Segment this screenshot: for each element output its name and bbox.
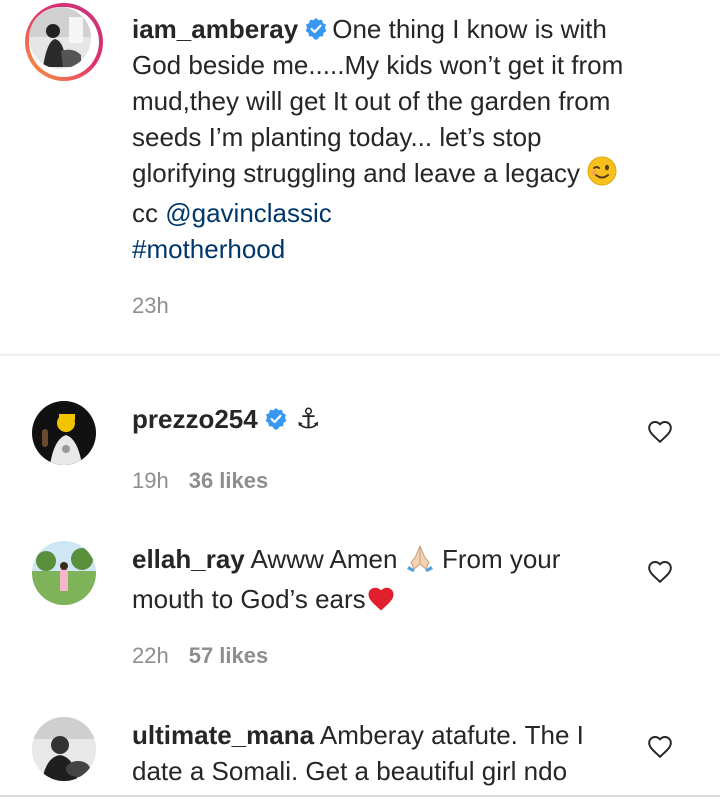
comment-body-part-1: Awww Amen	[250, 544, 398, 574]
caption-line-2: God beside me.....My kids won’t get it f…	[132, 50, 624, 80]
caption-text: iam_amberay One thing I know is with God …	[132, 11, 692, 267]
caption-line-4: seeds I’m planting today... let’s stop	[132, 122, 542, 152]
comment-line-2: mouth to God’s ears	[132, 581, 632, 621]
caption-line-5-text: glorifying struggling and leave a legacy	[132, 158, 581, 188]
comment-timestamp: 22h	[132, 643, 169, 668]
heart-like-icon[interactable]	[647, 734, 673, 760]
comment-meta: 19h 36 likes	[132, 468, 268, 494]
caption-line-5: glorifying struggling and leave a legacy	[132, 155, 692, 195]
comment-text: ellah_ray Awww Amen From your mouth to G…	[132, 541, 632, 621]
comment-body: ⚓	[295, 403, 321, 434]
comment-body-part-3: mouth to God’s ears	[132, 584, 366, 614]
caption-line-3: mud,they will get It out of the garden f…	[132, 86, 611, 116]
comment-username[interactable]: prezzo254	[132, 404, 258, 434]
cc-prefix: cc	[132, 198, 158, 228]
comment-text: prezzo254 ⚓	[132, 401, 632, 437]
comment-meta: 22h 57 likes	[132, 643, 268, 669]
caption-line-7: #motherhood	[132, 231, 692, 267]
comment-text: ultimate_mana Amberay atafute. The I dat…	[132, 717, 632, 789]
winking-face-emoji-icon	[587, 156, 617, 195]
verified-badge-icon	[264, 404, 288, 430]
comment-likes[interactable]: 36 likes	[189, 468, 269, 493]
comment-avatar[interactable]	[32, 717, 96, 781]
comment-avatar[interactable]	[32, 541, 96, 605]
comment-body-part-1: Amberay atafute. The I	[319, 720, 584, 750]
comment-avatar[interactable]	[32, 401, 96, 465]
caption-timestamp: 23h	[132, 293, 169, 318]
comment-username[interactable]: ultimate_mana	[132, 720, 314, 750]
heart-like-icon[interactable]	[647, 559, 673, 585]
screen-bottom-edge	[0, 795, 720, 797]
hashtag-link[interactable]: #motherhood	[132, 234, 285, 264]
caption-username[interactable]: iam_amberay	[132, 14, 298, 44]
caption-line-1-text: One thing I know is with	[332, 14, 607, 44]
post-caption: iam_amberay One thing I know is with God …	[0, 0, 720, 354]
comment-line-1: ellah_ray Awww Amen From your	[132, 541, 632, 581]
mention-link[interactable]: @gavinclassic	[165, 198, 332, 228]
heart-like-icon[interactable]	[647, 419, 673, 445]
comment-username[interactable]: ellah_ray	[132, 544, 245, 574]
comment-timestamp: 19h	[132, 468, 169, 493]
caption-line-1: iam_amberay One thing I know is with	[132, 11, 692, 47]
verified-badge-icon	[304, 14, 328, 40]
comment-likes[interactable]: 57 likes	[189, 643, 269, 668]
caption-divider	[0, 354, 720, 356]
comment-body-part-2: From your	[441, 544, 561, 574]
folded-hands-emoji-icon	[405, 542, 435, 581]
caption-author-avatar[interactable]	[25, 3, 103, 81]
red-heart-emoji-icon	[366, 584, 396, 621]
comment-line-2: date a Somali. Get a beautiful girl ndo	[132, 756, 568, 786]
comment-line-1: ultimate_mana Amberay atafute. The I	[132, 717, 632, 753]
caption-line-6: cc @gavinclassic	[132, 195, 692, 231]
